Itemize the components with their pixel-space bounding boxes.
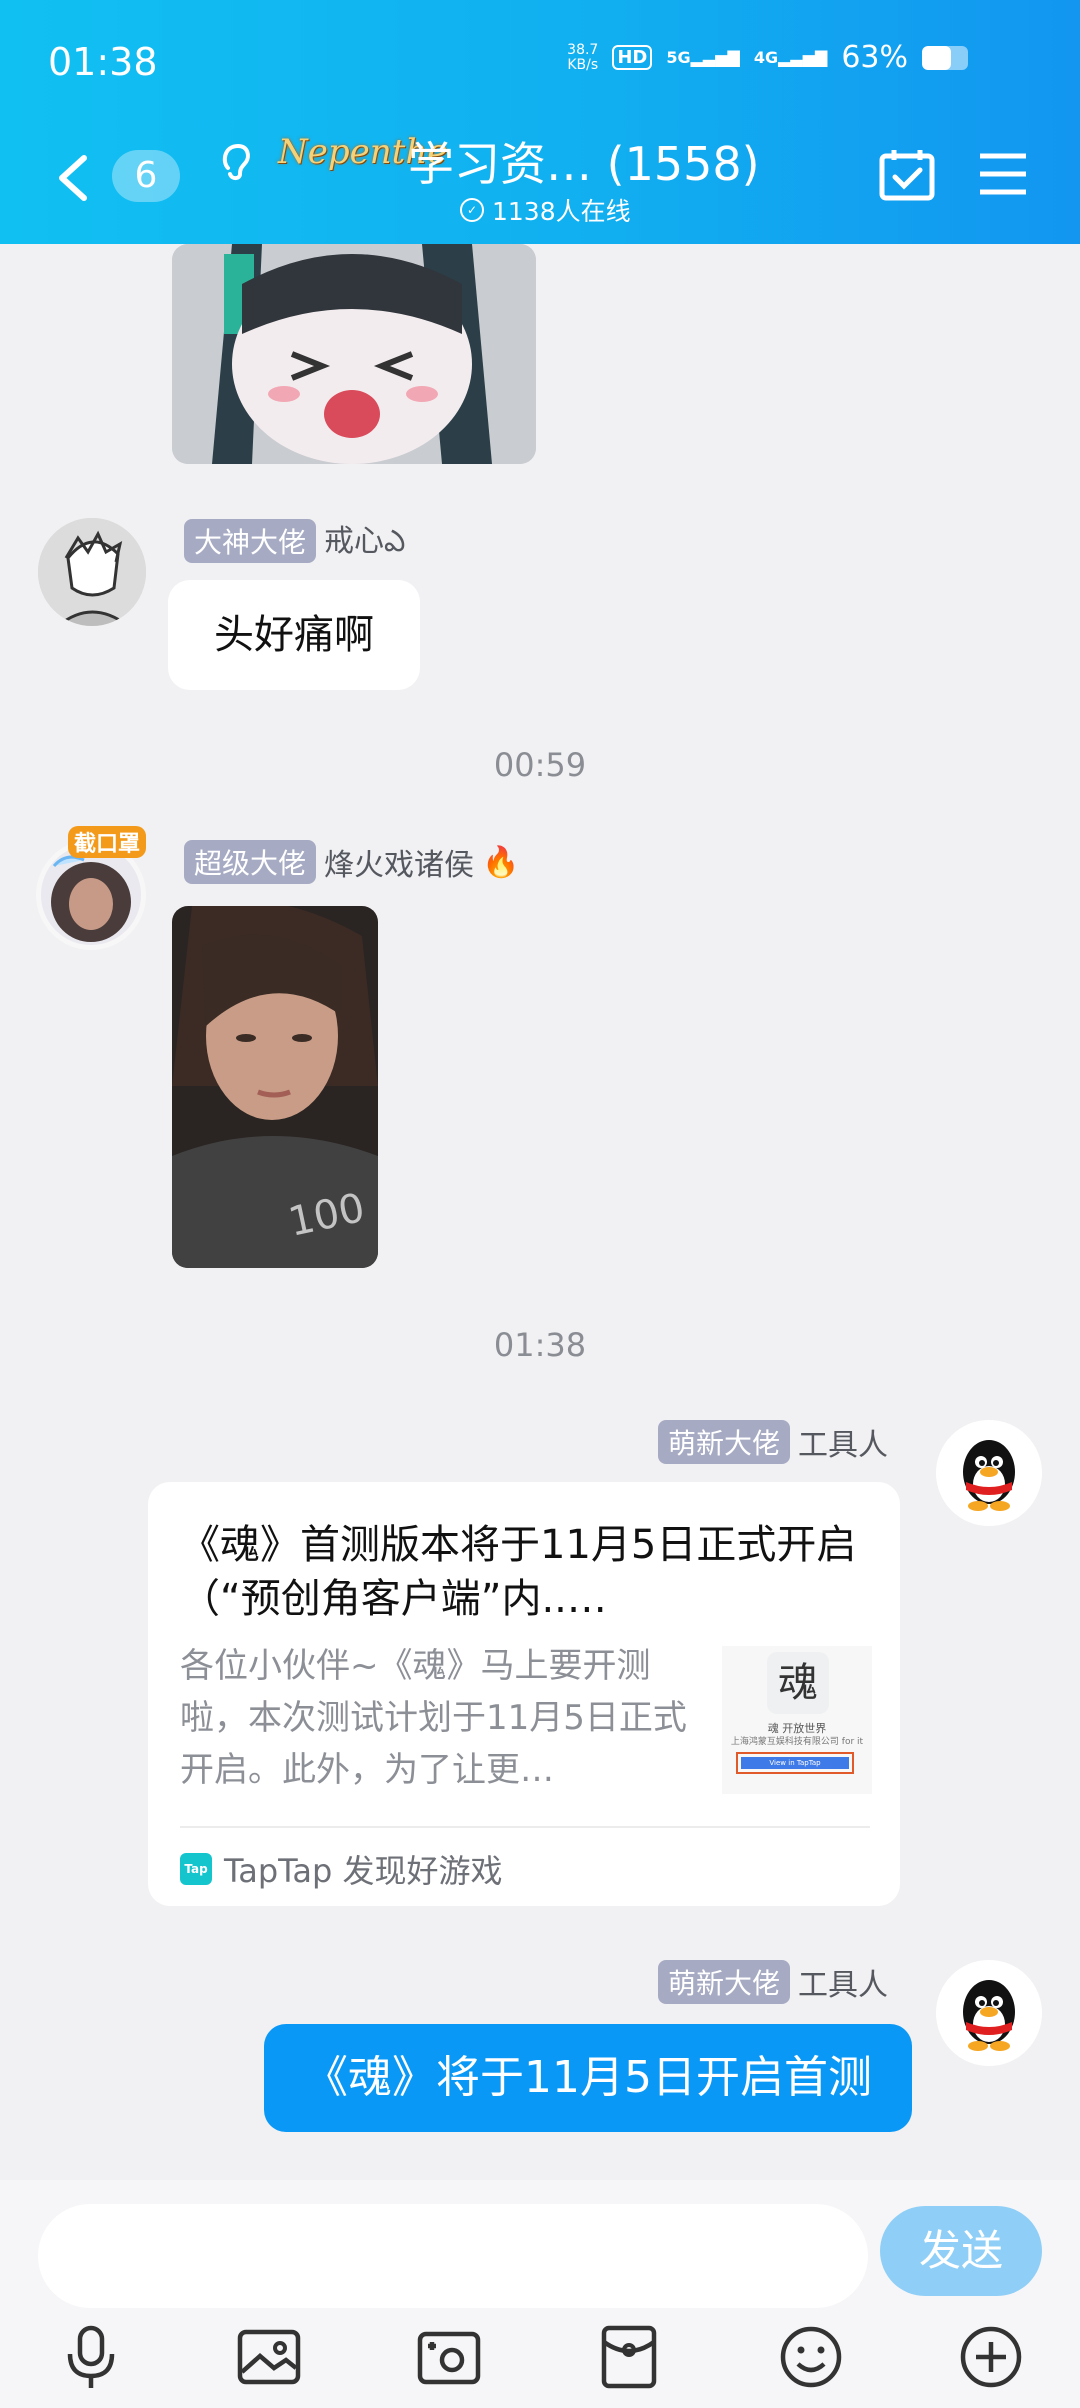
timestamp: 00:59 xyxy=(493,746,587,784)
game-app-icon: 魂 xyxy=(767,1652,829,1714)
signal-5g-icon: 5G▂▃▅▇ xyxy=(666,48,740,67)
role-badge: 萌新大佬 xyxy=(657,1420,790,1464)
message-bubble-self[interactable]: 《魂》将于11月5日开启首测 xyxy=(264,2024,912,2132)
status-time: 01:38 xyxy=(48,40,158,84)
message-bubble[interactable]: 头好痛啊 xyxy=(168,580,420,690)
sender-line: 萌新大佬 工具人 xyxy=(657,1420,888,1464)
divider xyxy=(180,1826,870,1828)
penguin-icon xyxy=(936,1420,1042,1526)
camera-icon[interactable] xyxy=(414,2322,484,2392)
ear-icon[interactable] xyxy=(214,138,258,182)
image-icon[interactable] xyxy=(234,2322,304,2392)
sender-name[interactable]: 戒心ఎ xyxy=(324,516,405,566)
fire-emoji: 🔥 xyxy=(482,844,520,880)
emoji-icon[interactable] xyxy=(776,2322,846,2392)
avatar-qq-penguin[interactable] xyxy=(936,1960,1042,2066)
hd-voice-icon: HD xyxy=(612,45,653,70)
card-source: Tap TapTap 发现好游戏 xyxy=(180,1846,503,1892)
status-icons: 38.7 KB/s HD 5G▂▃▅▇ 4G▂▃▅▇ 63% xyxy=(567,40,968,75)
sender-line: 超级大佬 烽火戏诸侯 🔥 xyxy=(184,840,519,884)
photo-message[interactable]: 100 xyxy=(172,906,378,1268)
app-header: 01:38 38.7 KB/s HD 5G▂▃▅▇ 4G▂▃▅▇ 63% 6 N… xyxy=(0,0,1080,244)
avatar-caption: 截口罩 xyxy=(68,826,147,858)
sender-name[interactable]: 工具人 xyxy=(798,1960,888,2004)
calendar-check-icon xyxy=(879,150,935,201)
avatar[interactable] xyxy=(38,518,146,626)
unread-count-badge[interactable]: 6 xyxy=(112,150,180,202)
sender-name[interactable]: 烽火戏诸侯 xyxy=(324,840,474,884)
chevron-left-icon xyxy=(59,155,87,201)
sticker-image[interactable] xyxy=(172,244,536,464)
timestamp: 01:38 xyxy=(493,1326,587,1364)
role-badge: 超级大佬 xyxy=(184,840,317,884)
online-count: ✓ 1138人在线 xyxy=(460,192,631,228)
taptap-icon: Tap xyxy=(180,1853,212,1885)
battery-percent: 63% xyxy=(841,40,908,75)
check-circle-icon: ✓ xyxy=(460,198,484,222)
link-card[interactable]: 《魂》首测版本将于11月5日正式开启（“预创角客户端”内..… 各位小伙伴~《魂… xyxy=(148,1482,900,1906)
role-badge: 大神大佬 xyxy=(184,519,317,563)
network-speed: 38.7 KB/s xyxy=(567,41,599,73)
group-title[interactable]: 学习资… (1558) xyxy=(408,128,760,194)
penguin-icon xyxy=(936,1960,1042,2066)
avatar-qq-penguin[interactable] xyxy=(936,1420,1042,1526)
sender-name[interactable]: 工具人 xyxy=(798,1420,888,1464)
menu-button[interactable] xyxy=(978,152,1028,196)
card-title: 《魂》首测版本将于11月5日正式开启（“预创角客户端”内..… xyxy=(180,1522,857,1622)
battery-icon xyxy=(922,45,968,70)
sender-line: 大神大佬 戒心ఎ xyxy=(184,516,405,566)
microphone-icon[interactable] xyxy=(56,2322,126,2392)
signal-4g-icon: 4G▂▃▅▇ xyxy=(753,48,828,67)
message-input[interactable] xyxy=(38,2204,868,2308)
role-badge: 萌新大佬 xyxy=(657,1960,790,2004)
card-thumbnail: 魂 魂 开放世界 上海鸿蒙互娱科技有限公司 for it View in Tap… xyxy=(722,1646,872,1794)
calendar-check-button[interactable] xyxy=(878,148,936,202)
back-button[interactable] xyxy=(52,150,96,206)
red-packet-icon[interactable] xyxy=(594,2322,664,2392)
plus-icon[interactable] xyxy=(956,2322,1026,2392)
sender-line: 萌新大佬 工具人 xyxy=(657,1960,888,2004)
hamburger-icon xyxy=(980,153,1026,195)
card-description: 各位小伙伴~《魂》马上要开测啦，本次测试计划于11月5日正式开启。此外，为了让更… xyxy=(180,1646,687,1790)
send-button[interactable]: 发送 xyxy=(880,2206,1042,2296)
